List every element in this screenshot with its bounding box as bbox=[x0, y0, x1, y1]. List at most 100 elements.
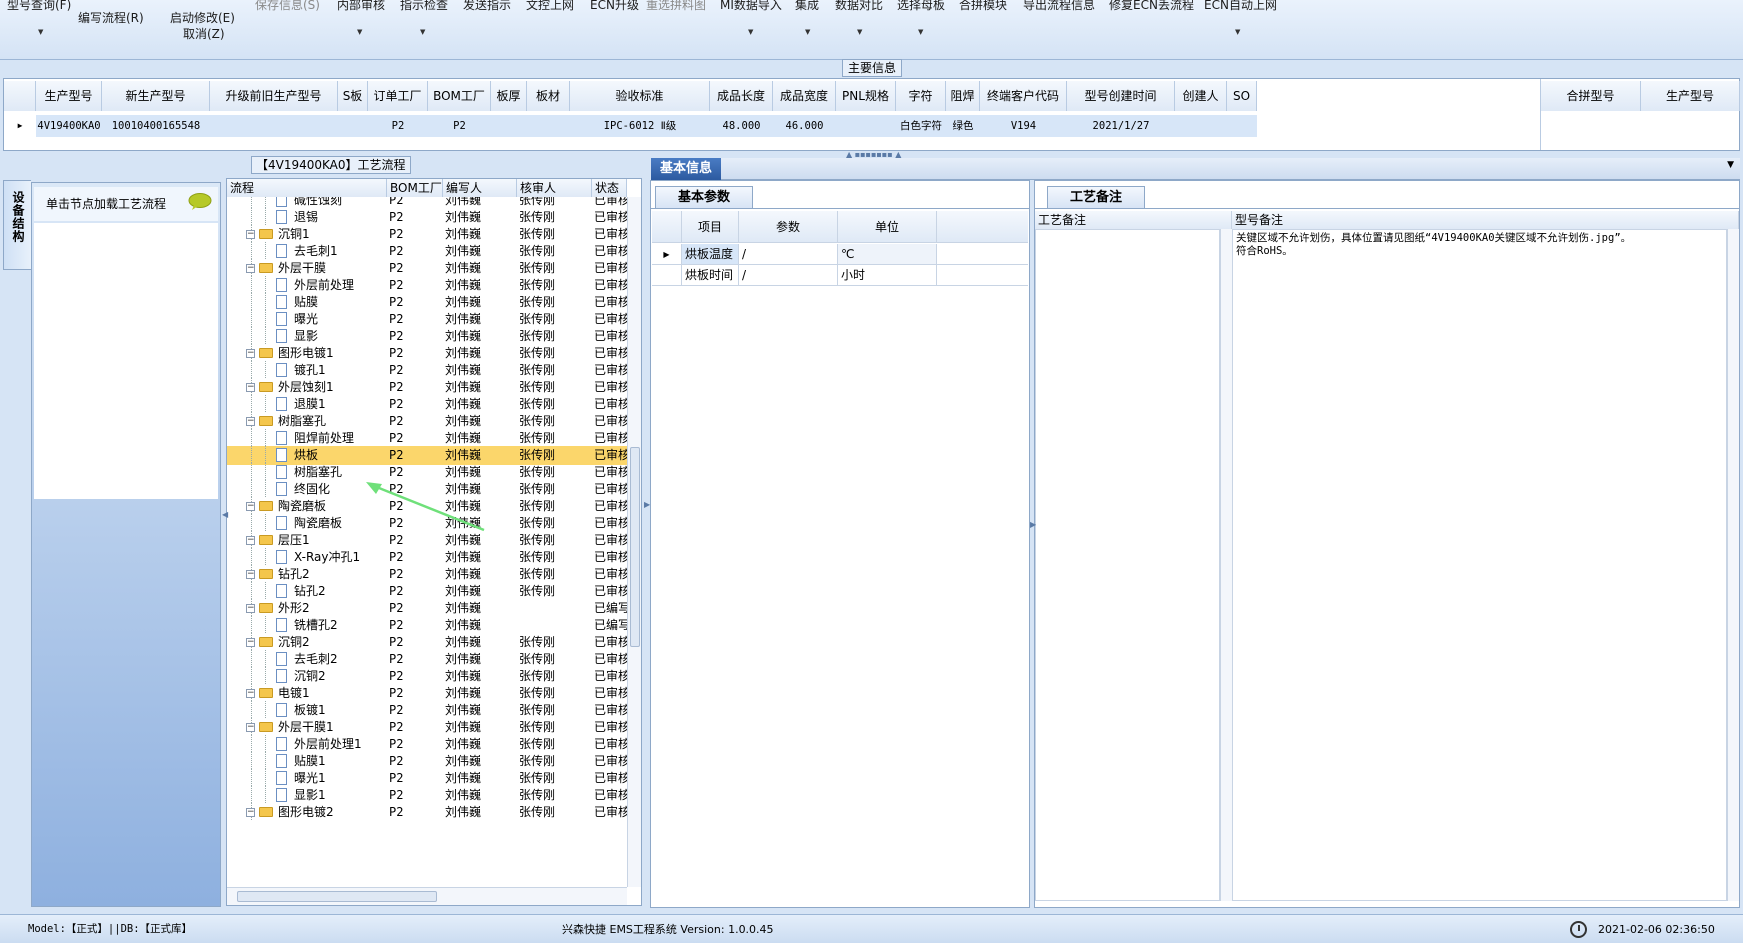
tab-basic-info[interactable]: 基本信息 bbox=[651, 158, 721, 180]
main-col-header[interactable]: S板 bbox=[338, 81, 368, 111]
collapse-icon[interactable]: − bbox=[246, 723, 255, 732]
main-col-header[interactable]: 阻焊 bbox=[946, 81, 980, 111]
toolbar-model-query[interactable]: 型号查询(F) bbox=[7, 0, 71, 13]
chevron-down-icon[interactable]: ▼ bbox=[357, 28, 362, 36]
params-row[interactable]: 烘板时间 / 小时 bbox=[652, 265, 1028, 286]
main-col-header[interactable]: 字符 bbox=[896, 81, 946, 111]
col-writer[interactable]: 编写人 bbox=[443, 179, 517, 197]
main-col-header[interactable]: 成品长度 bbox=[710, 81, 773, 111]
collapse-icon[interactable]: − bbox=[246, 349, 255, 358]
toolbar-export-flow[interactable]: 导出流程信息 bbox=[1023, 0, 1095, 13]
main-col-header[interactable]: 创建人 bbox=[1175, 81, 1227, 111]
process-remark-textarea[interactable] bbox=[1035, 229, 1220, 901]
main-col-header[interactable]: 验收标准 bbox=[570, 81, 710, 111]
collapse-icon[interactable]: − bbox=[246, 230, 255, 239]
col-status[interactable]: 状态 bbox=[592, 179, 627, 197]
chevron-down-icon[interactable]: ▼ bbox=[748, 28, 753, 36]
chevron-down-icon[interactable]: ▼ bbox=[38, 28, 43, 36]
tab-device-structure[interactable]: 设备结构 bbox=[3, 180, 31, 270]
tree-line bbox=[265, 667, 266, 684]
col-reviewer[interactable]: 核审人 bbox=[517, 179, 592, 197]
tab-basic-params[interactable]: 基本参数 bbox=[655, 186, 753, 208]
main-col-header[interactable]: 板材 bbox=[527, 81, 570, 111]
toolbar-mi-import[interactable]: MI数据导入 bbox=[720, 0, 782, 13]
collapse-icon[interactable]: − bbox=[246, 604, 255, 613]
chevron-down-icon[interactable]: ▼ bbox=[918, 28, 923, 36]
col-unit[interactable]: 单位 bbox=[838, 211, 937, 243]
main-col-header[interactable]: 订单工厂 bbox=[368, 81, 428, 111]
collapse-icon[interactable]: − bbox=[246, 689, 255, 698]
toolbar-ecn-auto-online[interactable]: ECN自动上网 bbox=[1204, 0, 1277, 13]
dropdown-arrow-icon[interactable]: ▼ bbox=[1727, 160, 1734, 170]
main-info-row[interactable]: ▶ 4V19400KA0 10010400165548 P2 P2 IPC-6012 Ⅱ级… bbox=[4, 115, 1257, 137]
main-col-header[interactable]: 新生产型号 bbox=[102, 81, 210, 111]
toolbar-save-info[interactable]: 保存信息(S) bbox=[255, 0, 320, 13]
col-flow[interactable]: 流程 bbox=[227, 179, 387, 197]
collapse-icon[interactable]: − bbox=[246, 638, 255, 647]
params-row[interactable]: ▶ 烘板温度 / ℃ bbox=[652, 244, 1028, 265]
folder-icon bbox=[259, 535, 273, 545]
model-remark-textarea[interactable]: 关键区域不允许划伤，具体位置请见图纸“4V19400KA0关键区域不允许划伤.j… bbox=[1232, 229, 1727, 901]
merge-model-header[interactable]: 合拼型号 bbox=[1541, 81, 1641, 111]
chevron-down-icon[interactable]: ▼ bbox=[857, 28, 862, 36]
main-col-header[interactable]: 生产型号 bbox=[36, 81, 102, 111]
toolbar-ecn-upgrade[interactable]: ECN升级 bbox=[590, 0, 639, 13]
param-value[interactable]: / bbox=[739, 244, 838, 265]
tab-process-remarks[interactable]: 工艺备注 bbox=[1047, 186, 1145, 208]
chevron-down-icon[interactable]: ▼ bbox=[420, 28, 425, 36]
chevron-down-icon[interactable]: ▼ bbox=[1235, 28, 1240, 36]
param-value[interactable]: / bbox=[739, 265, 838, 286]
tree-vertical-scrollbar[interactable] bbox=[627, 197, 641, 887]
col-param[interactable]: 参数 bbox=[739, 211, 838, 243]
main-cell: 白色字符 bbox=[900, 120, 942, 132]
toolbar-reselect-panel[interactable]: 重选拼料图 bbox=[646, 0, 706, 13]
main-col-header[interactable]: 板厚 bbox=[491, 81, 527, 111]
toolbar-select-mother[interactable]: 选择母板 bbox=[897, 0, 945, 13]
chevron-down-icon[interactable]: ▼ bbox=[805, 28, 810, 36]
toolbar-doc-online[interactable]: 文控上网 bbox=[526, 0, 574, 13]
model-remark-scrollbar[interactable] bbox=[1727, 229, 1739, 901]
toolbar-fix-ecn[interactable]: 修复ECN丢流程 bbox=[1109, 0, 1194, 13]
tree-row[interactable]: − 图形电镀2 P2 刘伟巍 张传刚 已审核 bbox=[227, 803, 627, 822]
main-col-header[interactable]: 升级前旧生产型号 bbox=[210, 81, 338, 111]
col-item[interactable]: 项目 bbox=[682, 211, 739, 243]
toolbar-data-compare[interactable]: 数据对比 bbox=[835, 0, 883, 13]
main-col-header[interactable]: 成品宽度 bbox=[773, 81, 836, 111]
document-icon bbox=[276, 363, 287, 377]
status-model-db: Model:【正式】||DB:【正式库】 bbox=[28, 923, 193, 935]
tree-line bbox=[265, 786, 266, 803]
splitter-handle[interactable]: ◀ bbox=[222, 510, 228, 519]
main-col-header[interactable]: PNL规格 bbox=[836, 81, 896, 111]
tree-line bbox=[265, 293, 266, 310]
process-remark-scrollbar[interactable] bbox=[1220, 229, 1232, 901]
toolbar-integrate[interactable]: 集成 bbox=[795, 0, 819, 13]
document-icon bbox=[276, 703, 287, 717]
document-icon bbox=[276, 788, 287, 802]
row-indicator-icon: ▶ bbox=[652, 244, 682, 265]
toolbar-cancel[interactable]: 取消(Z) bbox=[183, 25, 225, 42]
toolbar-send-instruction[interactable]: 发送指示 bbox=[463, 0, 511, 13]
collapse-icon[interactable]: − bbox=[246, 417, 255, 426]
collapse-icon[interactable]: − bbox=[246, 264, 255, 273]
tree-line bbox=[251, 197, 252, 208]
toolbar-write-flow[interactable]: 编写流程(R) bbox=[78, 9, 144, 26]
model-remark-line: 符合RoHS。 bbox=[1236, 245, 1293, 257]
toolbar-internal-review[interactable]: 内部审核 bbox=[337, 0, 385, 13]
toolbar-merge-module[interactable]: 合拼模块 bbox=[959, 0, 1007, 13]
splitter-handle[interactable]: ▶ bbox=[644, 500, 650, 509]
collapse-icon[interactable]: − bbox=[246, 502, 255, 511]
tree-horizontal-scrollbar[interactable] bbox=[227, 887, 627, 905]
collapse-icon[interactable]: − bbox=[246, 383, 255, 392]
toolbar-instruction-check[interactable]: 指示检查 bbox=[400, 0, 448, 13]
col-bom-factory[interactable]: BOM工厂 bbox=[387, 179, 443, 197]
collapse-icon[interactable]: − bbox=[246, 536, 255, 545]
main-col-header[interactable]: 型号创建时间 bbox=[1067, 81, 1175, 111]
collapse-icon[interactable]: − bbox=[246, 808, 255, 817]
main-col-header[interactable]: SO bbox=[1227, 81, 1257, 111]
main-col-header[interactable]: 终端客户代码 bbox=[980, 81, 1067, 111]
collapse-icon[interactable]: − bbox=[246, 570, 255, 579]
production-model-header[interactable]: 生产型号 bbox=[1641, 81, 1740, 111]
splitter-handle[interactable]: ▶ bbox=[1030, 520, 1036, 529]
main-col-header[interactable]: BOM工厂 bbox=[428, 81, 491, 111]
toolbar-start-modify[interactable]: 启动修改(E) bbox=[170, 9, 235, 26]
